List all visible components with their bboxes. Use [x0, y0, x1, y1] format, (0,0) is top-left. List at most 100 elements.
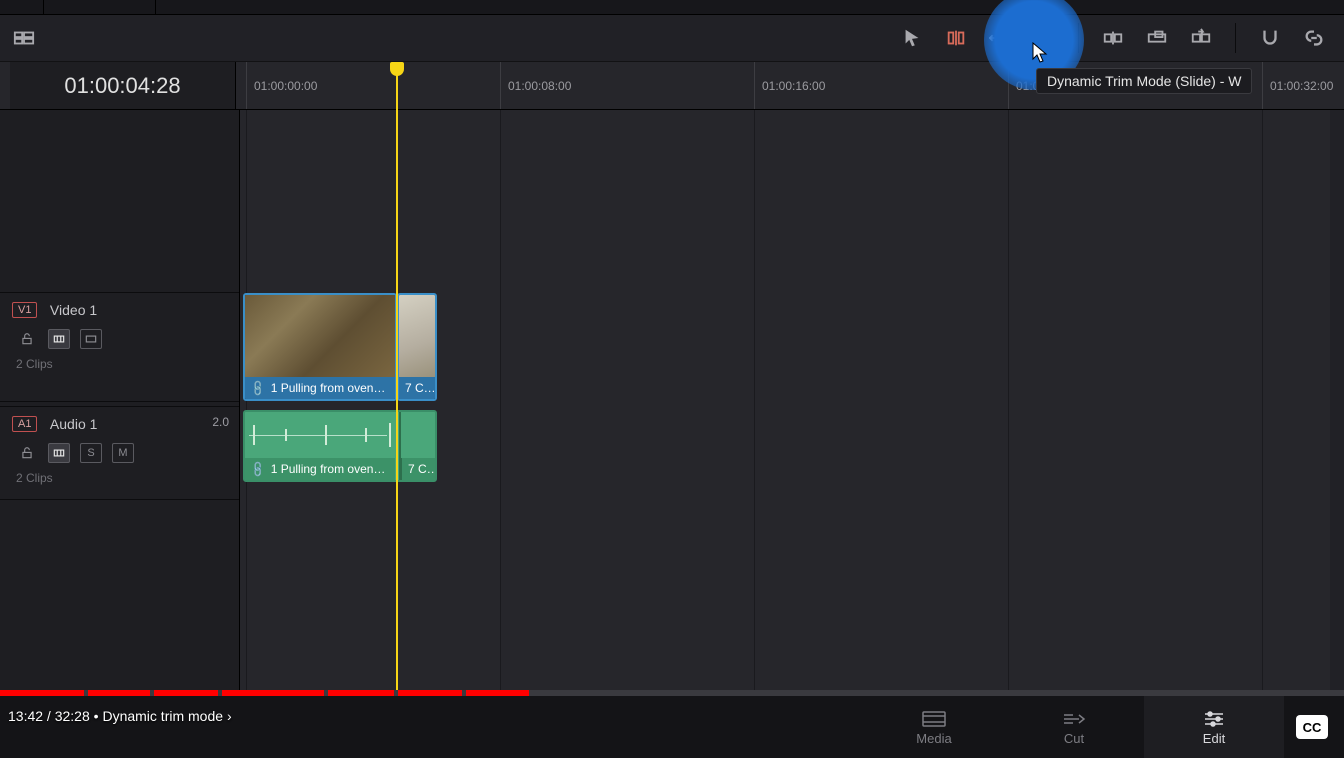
timeline-timecode[interactable]: 01:00:04:28 [10, 62, 236, 109]
track-badge[interactable]: A1 [12, 416, 37, 432]
video-progress-bar[interactable] [0, 690, 1344, 696]
nav-cut[interactable]: Cut [1004, 696, 1144, 758]
track-header-panel: V1 Video 1 2 Clips [0, 110, 240, 690]
page-nav: Media Cut Edit CC [0, 696, 1344, 758]
chapter-marker [84, 690, 88, 696]
nav-label: Media [916, 731, 951, 746]
dynamic-trim-tool-icon[interactable] [988, 26, 1012, 50]
lock-track-icon[interactable] [16, 443, 38, 463]
ruler-label: 01:00:32:00 [1270, 79, 1333, 93]
lock-track-icon[interactable] [16, 329, 38, 349]
nav-edit[interactable]: Edit [1144, 696, 1284, 758]
overwrite-clip-icon[interactable] [1145, 26, 1169, 50]
track-header-line: A1 Audio 1 2.0 [0, 407, 239, 437]
clip-label-bar: 🔗 1 Pulling from oven… [245, 377, 395, 399]
waveform-peak [285, 429, 287, 441]
clip-count: 2 Clips [0, 353, 239, 379]
track-badge[interactable]: V1 [12, 302, 37, 318]
video-clip[interactable]: 7 C… [397, 293, 437, 401]
track-visibility-icon[interactable] [80, 329, 102, 349]
timeline-content: 🔗 1 Pulling from oven… 7 C… [0, 110, 1344, 690]
clip-thumbnail [245, 295, 395, 377]
separator [1078, 23, 1079, 53]
separator [1235, 23, 1236, 53]
tooltip: Dynamic Trim Mode (Slide) - W [1036, 68, 1252, 94]
divider [43, 0, 44, 14]
time-separator: / [43, 708, 55, 724]
link-icon: 🔗 [248, 460, 267, 479]
video-progress-fill [0, 690, 529, 696]
video-time-display: 13:42 / 32:28 • Dynamic trim mode› [8, 708, 232, 724]
linked-selection-icon[interactable] [1302, 26, 1326, 50]
nav-label: Edit [1203, 731, 1225, 746]
chapter-marker [462, 690, 466, 696]
auto-select-icon[interactable] [48, 443, 70, 463]
video-clip[interactable]: 🔗 1 Pulling from oven… [243, 293, 397, 401]
waveform-peak [365, 428, 367, 442]
track-controls: S M [0, 437, 239, 467]
chapter-marker [634, 690, 638, 696]
timeline-view-options-icon[interactable] [12, 26, 36, 50]
ruler-tick: 01:00:16:00 [754, 62, 755, 109]
trim-edit-tool-icon[interactable] [944, 26, 968, 50]
gridline [754, 110, 755, 690]
track-name: Video 1 [50, 302, 97, 318]
solo-button[interactable]: S [80, 443, 102, 463]
waveform-peak [253, 425, 255, 445]
video-track-header[interactable]: V1 Video 1 2 Clips [0, 292, 239, 402]
audio-clip-label: 🔗 1 Pulling from oven… [245, 458, 395, 480]
toolbar-right-group [900, 23, 1326, 53]
clip-thumbnail [399, 295, 435, 377]
clip-name: 7 C… [405, 381, 435, 395]
mute-button[interactable]: M [112, 443, 134, 463]
clip-name: 1 Pulling from oven… [271, 381, 386, 395]
playhead-handle[interactable] [390, 62, 404, 76]
chapter-marker [324, 690, 328, 696]
clip-count: 2 Clips [0, 467, 239, 493]
track-header-line: V1 Video 1 [0, 293, 239, 323]
track-controls [0, 323, 239, 353]
audio-clip[interactable]: 🔗 1 Pulling from oven… 7 C… [243, 410, 437, 482]
ruler-tick: 01:00:00:00 [246, 62, 247, 109]
nav-media[interactable]: Media [864, 696, 1004, 758]
chapter-marker [150, 690, 154, 696]
clip-name: 1 Pulling from oven… [271, 462, 386, 476]
insert-clip-icon[interactable] [1101, 26, 1125, 50]
audio-channel-count: 2.0 [212, 415, 229, 429]
chapter-marker [394, 690, 398, 696]
clip-label-bar: 7 C… [399, 377, 435, 399]
divider [155, 0, 156, 14]
replace-clip-icon[interactable] [1189, 26, 1213, 50]
chevron-right-icon[interactable]: › [227, 708, 232, 724]
track-name: Audio 1 [50, 416, 97, 432]
ruler-tick: 01:00:32:00 [1262, 62, 1263, 109]
current-time: 13:42 [8, 708, 43, 724]
tracks-area[interactable]: 🔗 1 Pulling from oven… 7 C… [240, 110, 1330, 690]
snap-icon[interactable] [1258, 26, 1282, 50]
auto-select-icon[interactable] [48, 329, 70, 349]
link-icon: 🔗 [248, 379, 267, 398]
menubar-sliver [0, 0, 1344, 14]
audio-track-header[interactable]: A1 Audio 1 2.0 S M 2 Clips [0, 406, 239, 500]
waveform-peak [325, 425, 327, 445]
gridline [500, 110, 501, 690]
cursor-icon [1032, 42, 1050, 70]
audio-waveform [245, 412, 435, 458]
waveform-peak [389, 423, 391, 447]
chapter-marker [218, 690, 222, 696]
chapter-title[interactable]: Dynamic trim mode [102, 708, 223, 724]
clip-name: 7 C… [408, 462, 435, 476]
gridline [1008, 110, 1009, 690]
ruler-label: 01:00:08:00 [508, 79, 571, 93]
playhead[interactable] [396, 62, 398, 690]
selection-tool-icon[interactable] [900, 26, 924, 50]
ruler-tick: 01:00:08:00 [500, 62, 501, 109]
closed-captions-button[interactable]: CC [1296, 715, 1328, 739]
total-time: 32:28 [55, 708, 90, 724]
app-root: Dynamic Trim Mode (Slide) - W 01:00:04:2… [0, 0, 1344, 758]
timeline-toolbar [0, 14, 1344, 62]
nav-label: Cut [1064, 731, 1084, 746]
ruler-label: 01:00:16:00 [762, 79, 825, 93]
audio-clip-label: 7 C… [401, 458, 435, 480]
ruler-label: 01:00:00:00 [254, 79, 317, 93]
